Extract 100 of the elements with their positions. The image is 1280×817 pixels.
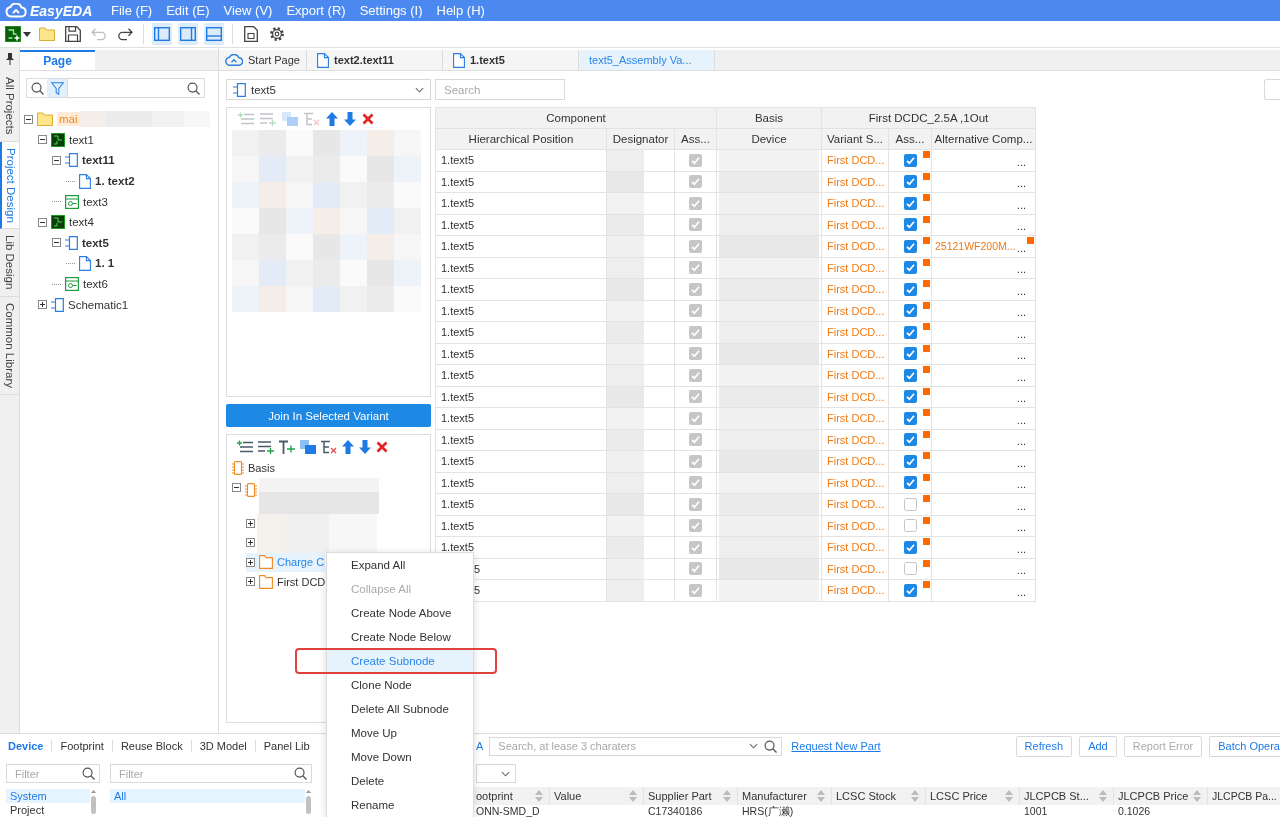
tree-node[interactable]: text3 — [52, 191, 108, 212]
column-header[interactable]: JLCPCB Price — [1118, 790, 1189, 802]
tree-node[interactable]: Basis — [232, 458, 276, 478]
join-button[interactable]: Join In Selected Variant — [226, 404, 431, 427]
tree-node[interactable]: First DCD — [246, 572, 327, 592]
more-button[interactable]: ... — [1016, 327, 1026, 340]
plus-box-icon[interactable] — [246, 538, 255, 548]
tree-node[interactable]: 1. 1 — [66, 253, 115, 274]
more-button[interactable]: ... — [1016, 220, 1026, 232]
more-button[interactable]: ... — [1016, 177, 1026, 189]
more-button[interactable]: ... — [1016, 241, 1026, 254]
library-tab[interactable]: Reuse Block — [112, 740, 192, 752]
more-button[interactable]: ... — [1016, 392, 1026, 404]
minus-box-icon[interactable] — [52, 238, 61, 248]
source-tab[interactable]: A — [476, 740, 484, 752]
checkbox[interactable] — [903, 239, 917, 253]
checkbox[interactable] — [903, 519, 917, 533]
tree-node[interactable]: 1. text2 — [66, 170, 135, 192]
cross-icon[interactable] — [376, 440, 388, 453]
library-tab[interactable]: Panel Lib — [255, 740, 318, 752]
checkbox[interactable] — [903, 476, 917, 490]
column-header[interactable]: JLCPCB Pa... — [1212, 790, 1277, 802]
side-tab[interactable]: All Projects — [0, 71, 19, 142]
more-button[interactable]: ... — [1016, 478, 1026, 490]
checkbox[interactable] — [689, 540, 702, 554]
minus-box-icon[interactable] — [52, 156, 61, 165]
more-button[interactable]: ... — [1016, 413, 1026, 426]
column-header[interactable]: Supplier Part — [648, 790, 712, 802]
tree-node[interactable]: text5 — [52, 232, 109, 254]
minus-box-icon[interactable] — [232, 482, 241, 492]
checkbox[interactable] — [689, 433, 702, 447]
checkbox[interactable] — [689, 325, 702, 339]
more-button[interactable]: ... — [1016, 349, 1026, 361]
filter-field[interactable]: Filter — [110, 764, 312, 783]
search-field[interactable]: Search — [435, 79, 565, 100]
menu-item[interactable]: Expand All — [327, 553, 473, 577]
checkbox[interactable] — [903, 454, 917, 468]
more-button[interactable]: ... — [1016, 263, 1026, 275]
arrow-up-icon[interactable] — [342, 439, 354, 454]
menu-item[interactable]: Delete — [327, 769, 473, 793]
checkbox[interactable] — [689, 175, 702, 189]
arrow-down-icon[interactable] — [359, 439, 371, 454]
side-tab[interactable]: Project Design — [0, 141, 19, 230]
more-button[interactable]: ... — [1016, 456, 1026, 469]
column-header[interactable]: JLCPCB St... — [1024, 790, 1089, 802]
checkbox[interactable] — [903, 282, 917, 296]
more-button[interactable]: ... — [1016, 499, 1026, 512]
checkbox[interactable] — [903, 218, 917, 232]
action-button[interactable]: Add — [1079, 735, 1117, 757]
checkbox[interactable] — [903, 540, 917, 554]
checkbox[interactable] — [689, 411, 702, 425]
request-link[interactable]: Request New Part — [791, 740, 881, 752]
document-tab[interactable]: 1.text5 — [443, 50, 579, 70]
filter-field[interactable]: Filter — [6, 764, 100, 783]
menu-item[interactable]: Move Up — [327, 721, 473, 745]
insert-node-icon[interactable] — [258, 439, 274, 454]
library-tab[interactable]: Footprint — [52, 740, 113, 752]
cross-icon[interactable] — [362, 113, 374, 125]
checkbox[interactable] — [903, 261, 917, 275]
more-button[interactable]: ... — [1016, 521, 1026, 533]
checkbox[interactable] — [689, 476, 702, 490]
library-tab[interactable]: Device — [0, 740, 53, 752]
minus-box-icon[interactable] — [24, 114, 33, 124]
more-button[interactable]: ... — [1016, 306, 1026, 318]
scrollbar[interactable] — [305, 789, 312, 817]
more-button[interactable]: ... — [1016, 155, 1026, 168]
menu-item[interactable]: Create Node Below — [327, 625, 473, 649]
arrow-down-icon[interactable] — [344, 112, 356, 126]
checkbox[interactable] — [689, 304, 702, 318]
tree-node[interactable]: text4 — [38, 211, 94, 233]
column-header[interactable]: LCSC Stock — [836, 790, 896, 802]
part-search-field[interactable]: Search, at lease 3 charaters — [489, 736, 783, 756]
menu-item[interactable]: Clone Node — [327, 673, 473, 697]
checkbox[interactable] — [689, 454, 702, 468]
side-tab[interactable]: Lib Design — [0, 229, 19, 297]
more-button[interactable]: ... — [1016, 435, 1026, 447]
add-child-icon[interactable] — [279, 439, 295, 454]
checkbox[interactable] — [689, 390, 702, 404]
panel-tab[interactable]: Page — [20, 50, 95, 70]
plus-box-icon[interactable] — [246, 577, 255, 587]
checkbox[interactable] — [689, 261, 702, 275]
schematic-select[interactable]: text5 — [226, 79, 431, 100]
tree-node[interactable] — [232, 477, 380, 514]
checkbox[interactable] — [903, 368, 917, 382]
column-header[interactable]: Device — [751, 133, 787, 145]
minus-box-icon[interactable] — [38, 217, 47, 227]
more-button[interactable]: ... — [1016, 370, 1026, 383]
filter-button[interactable] — [47, 78, 67, 98]
document-tab[interactable]: text2.text11 — [307, 50, 443, 70]
checkbox[interactable] — [903, 497, 917, 511]
column-header[interactable]: ootprint — [476, 790, 513, 802]
tree-node[interactable]: Schematic1 — [38, 294, 129, 315]
category-item[interactable]: All — [110, 789, 305, 803]
menu-item[interactable]: Create Node Above — [327, 601, 473, 625]
copy-icon[interactable] — [300, 439, 316, 454]
column-header[interactable]: Value — [554, 790, 582, 802]
more-button[interactable]: ... — [1016, 198, 1026, 211]
checkbox[interactable] — [689, 347, 702, 361]
checkbox[interactable] — [903, 196, 917, 210]
checkbox[interactable] — [689, 218, 702, 232]
